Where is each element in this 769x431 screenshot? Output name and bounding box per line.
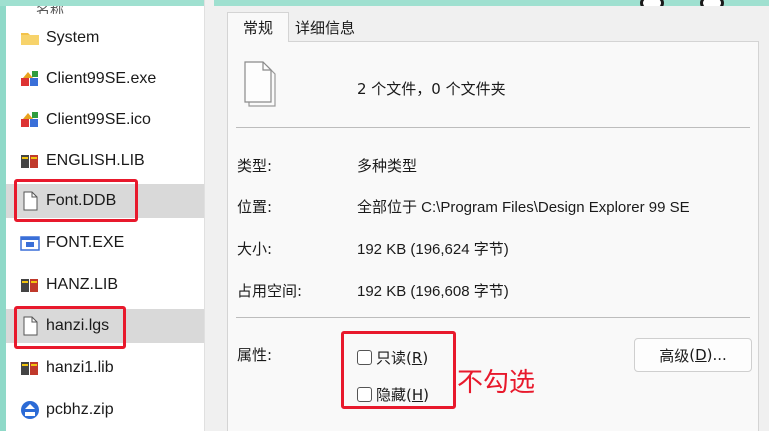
file-name: System [46, 29, 100, 46]
file-name: Client99SE.ico [46, 111, 151, 128]
highlight-box-hanzi-lgs [14, 306, 126, 349]
window-exe-icon [20, 233, 40, 253]
name-column-header[interactable]: 名称 [36, 6, 64, 14]
annotation-text: 不勾选 [457, 368, 536, 398]
file-name: FONT.EXE [46, 234, 125, 251]
library-book-icon [20, 151, 40, 171]
advanced-button-label: 高级 [659, 346, 690, 365]
library-book-icon [20, 275, 40, 295]
separator [236, 127, 750, 128]
location-value: 全部位于 C:\Program Files\Design Explorer 99… [357, 199, 690, 216]
file-name: pcbhz.zip [46, 401, 114, 418]
tab-general[interactable]: 常规 [227, 12, 289, 42]
folder-icon [20, 28, 40, 48]
size-value: 192 KB (196,624 字节) [357, 241, 509, 258]
type-value: 多种类型 [357, 158, 418, 175]
highlight-box-font-ddb [14, 179, 138, 222]
attributes-label: 属性: [237, 346, 273, 364]
size-label: 大小: [237, 240, 273, 258]
file-name: ENGLISH.LIB [46, 152, 145, 169]
file-name: HANZ.LIB [46, 276, 119, 293]
zip-archive-icon [20, 400, 40, 420]
file-item-english-lib[interactable]: ENGLISH.LIB [6, 144, 204, 178]
file-item-system[interactable]: System [6, 21, 204, 55]
file-item-hanzi1-lib[interactable]: hanzi1.lib [6, 351, 204, 385]
type-label: 类型: [237, 157, 273, 175]
file-name: Client99SE.exe [46, 70, 157, 87]
advanced-ellipsis: ... [712, 346, 727, 364]
exe-app-icon [20, 110, 40, 130]
file-item-client99se-exe[interactable]: Client99SE.exe [6, 62, 204, 96]
location-label: 位置: [237, 198, 273, 216]
file-name: hanzi1.lib [46, 359, 114, 376]
highlight-box-attributes [341, 331, 456, 409]
advanced-button[interactable]: 高级(D)... [634, 338, 752, 372]
library-book-icon [20, 358, 40, 378]
advanced-accesskey: D [695, 346, 707, 364]
tab-details[interactable]: 详细信息 [289, 12, 361, 42]
selection-summary: 2 个文件，0 个文件夹 [357, 80, 506, 98]
file-item-font-exe[interactable]: FONT.EXE [6, 226, 204, 260]
disk-size-value: 192 KB (196,608 字节) [357, 283, 509, 300]
file-item-pcbhz-zip[interactable]: pcbhz.zip [6, 393, 204, 427]
multiple-files-icon [244, 61, 276, 107]
file-item-client99se-ico[interactable]: Client99SE.ico [6, 103, 204, 137]
disk-size-label: 占用空间: [237, 282, 303, 300]
file-item-hanz-lib[interactable]: HANZ.LIB [6, 268, 204, 302]
exe-app-icon [20, 69, 40, 89]
separator [236, 317, 750, 318]
